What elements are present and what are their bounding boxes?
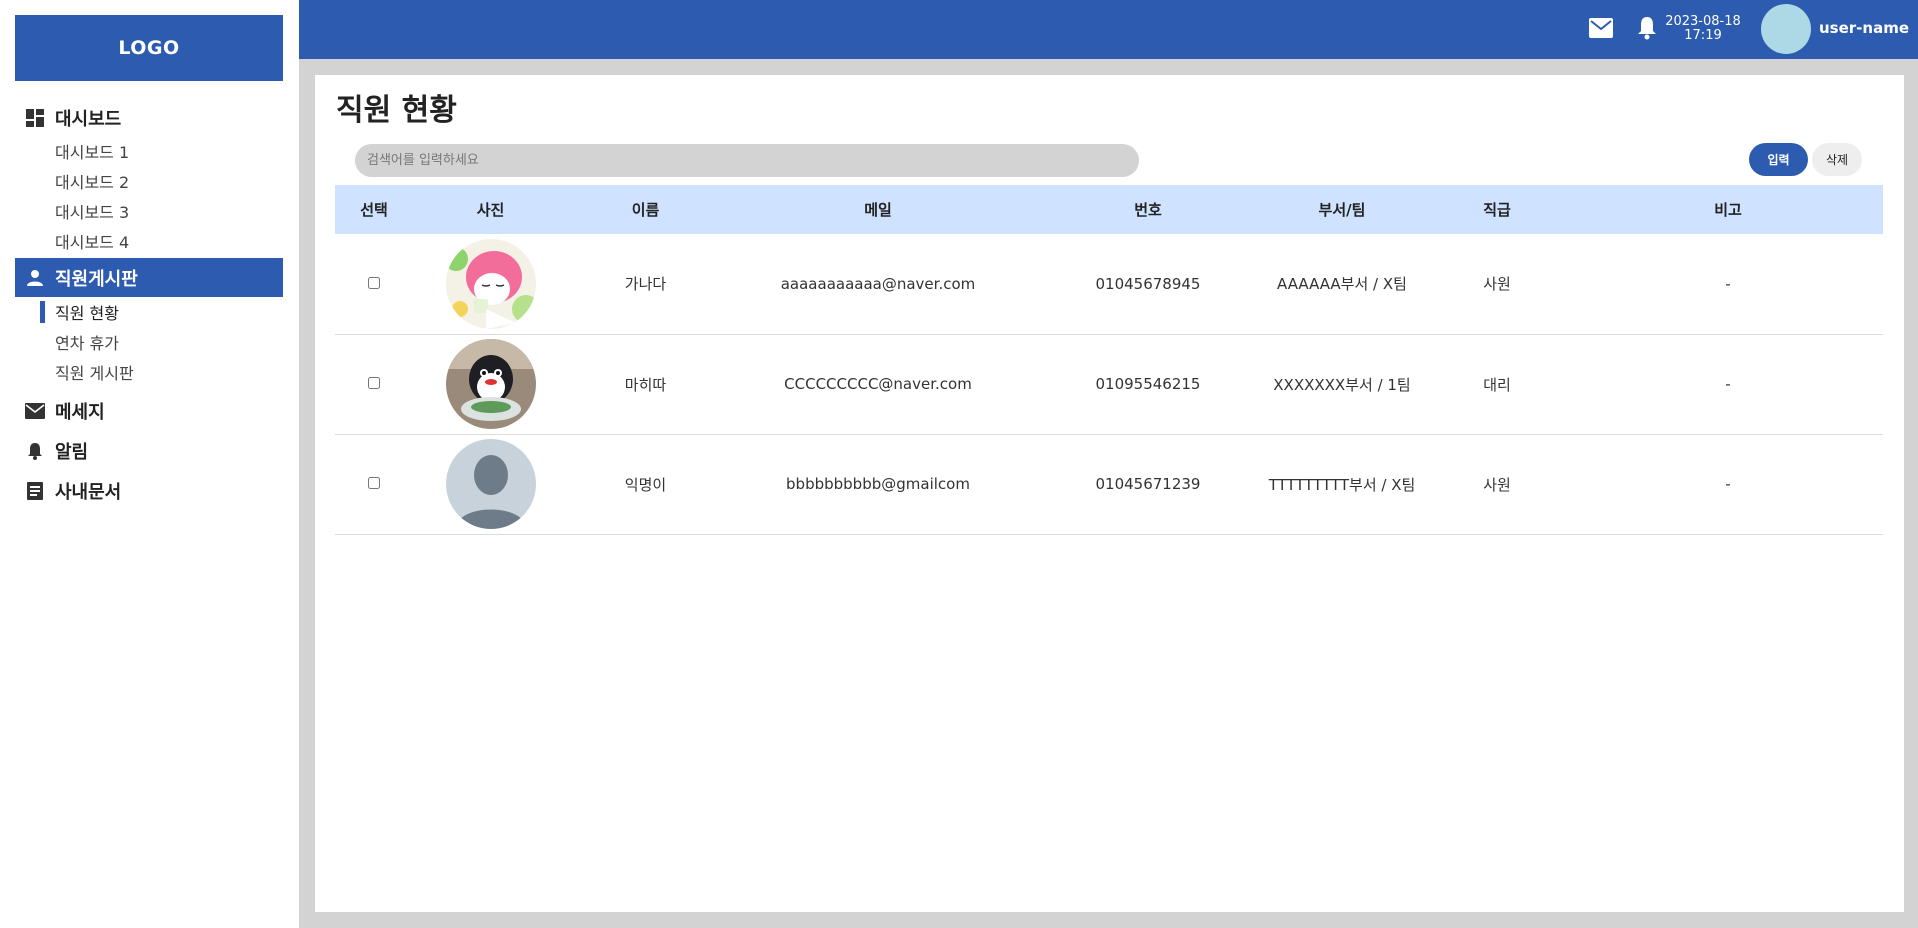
table-header-row: 선택 사진 이름 메일 번호 부서/팀 직급 비고 xyxy=(335,185,1883,234)
delete-button[interactable]: 삭제 xyxy=(1812,143,1862,176)
sidebar-nav: 대시보드 대시보드 1 대시보드 2 대시보드 3 대시보드 4 직원게시판 직… xyxy=(0,100,299,509)
staff-email: CCCCCCCCC@naver.com xyxy=(784,375,972,393)
col-header-phone: 번호 xyxy=(1134,201,1162,219)
col-header-dept: 부서/팀 xyxy=(1318,201,1366,219)
sidebar-subitem-dashboard-4[interactable]: 대시보드 4 xyxy=(0,226,299,256)
staff-phone: 01045671239 xyxy=(1095,475,1201,493)
staff-dept: TTTTTTTTT부서 / X팀 xyxy=(1268,475,1416,494)
row-checkbox[interactable] xyxy=(368,377,380,389)
col-header-name: 이름 xyxy=(631,201,660,219)
page-title: 직원 현황 xyxy=(336,93,457,128)
sidebar-subitem-dashboard-1[interactable]: 대시보드 1 xyxy=(0,136,299,166)
default-avatar-icon xyxy=(445,439,536,529)
staff-note: - xyxy=(1725,274,1731,293)
staff-rank: 사원 xyxy=(1483,275,1511,294)
sidebar-item-dashboard[interactable]: 대시보드 xyxy=(0,100,299,136)
sidebar-item-label: 직원게시판 xyxy=(55,268,138,290)
sidebar-item-label: 알림 xyxy=(55,442,89,463)
sidebar-item-messages[interactable]: 메세지 xyxy=(0,393,299,429)
sidebar: LOGO 대시보드 대시보드 1 대시보드 2 대시보드 3 대시보드 4 직원… xyxy=(0,0,299,928)
sidebar-subitem-staff-board[interactable]: 직원 게시판 xyxy=(0,357,299,387)
staff-name: 마히따 xyxy=(624,375,667,394)
staff-table: 선택 사진 이름 메일 번호 부서/팀 직급 비고 가나다 aaaaaaaaaa… xyxy=(335,185,1883,535)
table-row[interactable]: 익명이 bbbbbbbbbb@gmailcom 01045671239 TTTT… xyxy=(335,434,1883,534)
staff-rank: 사원 xyxy=(1483,475,1511,494)
staff-dept: AAAAAA부서 / X팀 xyxy=(1277,275,1407,294)
sidebar-subitem-dashboard-2[interactable]: 대시보드 2 xyxy=(0,166,299,196)
staff-phone: 01045678945 xyxy=(1095,274,1201,293)
row-checkbox[interactable] xyxy=(368,276,380,289)
sidebar-item-staff-board[interactable]: 직원게시판 xyxy=(15,258,283,297)
col-header-photo: 사진 xyxy=(476,201,505,219)
staff-phone: 01095546215 xyxy=(1095,375,1201,393)
person-icon xyxy=(25,268,45,288)
sidebar-subitem-annual-leave[interactable]: 연차 휴가 xyxy=(0,327,299,357)
sidebar-item-label: 사내문서 xyxy=(55,482,122,503)
header-date: 2023-08-18 xyxy=(1665,14,1741,29)
dashboard-icon xyxy=(25,108,45,128)
sidebar-item-label: 대시보드 xyxy=(55,109,122,130)
col-header-email: 메일 xyxy=(864,201,892,219)
username[interactable]: user-name xyxy=(1819,19,1909,37)
logo[interactable]: LOGO xyxy=(15,15,283,81)
col-header-select: 선택 xyxy=(360,201,388,219)
avatar[interactable] xyxy=(1761,4,1811,54)
col-header-rank: 직급 xyxy=(1483,201,1511,219)
staff-dept: XXXXXXX부서 / 1팀 xyxy=(1273,375,1411,394)
main-panel: 직원 현황 입력 삭제 선택 사진 이름 메일 번호 부서/팀 직급 비고 xyxy=(315,75,1904,912)
sidebar-item-documents[interactable]: 사내문서 xyxy=(0,473,299,509)
col-header-note: 비고 xyxy=(1714,201,1742,219)
sidebar-subitem-dashboard-3[interactable]: 대시보드 3 xyxy=(0,196,299,226)
sidebar-item-label: 메세지 xyxy=(55,402,105,423)
sidebar-subitem-staff-status[interactable]: 직원 현황 xyxy=(0,297,299,327)
staff-note: - xyxy=(1725,475,1731,493)
add-button[interactable]: 입력 xyxy=(1749,143,1808,176)
staff-rank: 대리 xyxy=(1483,375,1511,394)
table-row[interactable]: 가나다 aaaaaaaaaaa@naver.com 01045678945 AA… xyxy=(335,234,1883,334)
header-time: 17:19 xyxy=(1684,28,1722,43)
staff-note: - xyxy=(1725,375,1731,393)
staff-photo xyxy=(445,238,536,329)
staff-email: aaaaaaaaaaa@naver.com xyxy=(780,274,976,293)
document-icon xyxy=(25,481,45,501)
mail-icon[interactable] xyxy=(1589,18,1613,40)
top-header: 2023-08-18 17:19 user-name xyxy=(299,0,1918,59)
staff-email: bbbbbbbbbb@gmailcom xyxy=(786,475,970,493)
sidebar-item-alerts[interactable]: 알림 xyxy=(0,433,299,469)
staff-photo xyxy=(445,339,536,429)
table-row[interactable]: 마히따 CCCCCCCCC@naver.com 01095546215 XXXX… xyxy=(335,334,1883,434)
row-checkbox[interactable] xyxy=(368,477,380,489)
search-input[interactable] xyxy=(355,144,1139,177)
bell-icon xyxy=(25,441,45,461)
mail-icon xyxy=(25,401,45,421)
staff-name: 가나다 xyxy=(624,275,667,294)
bell-icon[interactable] xyxy=(1637,16,1659,40)
header-datetime: 2023-08-18 17:19 xyxy=(1663,15,1743,43)
staff-name: 익명이 xyxy=(624,475,667,494)
